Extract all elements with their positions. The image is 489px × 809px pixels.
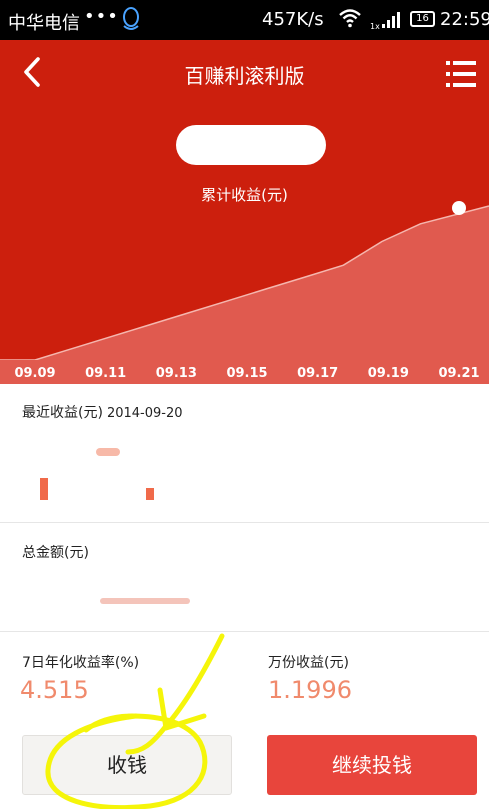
per10k-earnings-label: 万份收益(元): [268, 655, 349, 671]
status-bar: 中华电信 ••• 457K/s 1x 16 22:59: [0, 0, 489, 40]
recent-earnings-date: 2014-09-20: [106, 406, 183, 421]
chart-x-axis-svg: 09.09 09.11 09.13 09.15 09.17 09.19 09.21: [14, 366, 479, 381]
chart-x-tick-label: 09.19: [368, 366, 409, 381]
title-bar: 百赚利滚利版: [0, 40, 489, 106]
signal-icon: 1x: [370, 10, 404, 35]
withdraw-button[interactable]: 收钱: [22, 735, 232, 795]
chart-x-tick-label: 09.15: [226, 366, 267, 381]
chart-x-tick-label: 09.11: [85, 366, 126, 381]
redacted-recent-value: [40, 478, 48, 500]
invest-more-button[interactable]: 继续投钱: [267, 735, 477, 795]
total-amount-label: 总金额(元): [22, 545, 89, 561]
annual-yield-label: 7日年化收益率(%): [22, 655, 140, 671]
redacted-total-earnings: [176, 125, 326, 165]
redacted-recent-value: [146, 488, 154, 500]
page-title: 百赚利滚利版: [184, 64, 305, 88]
redacted-total-value: [100, 598, 190, 604]
recent-earnings-title: 最近收益(元): [22, 405, 103, 421]
redacted-recent-value: [96, 448, 120, 456]
annual-yield-value: 4.515: [20, 676, 89, 704]
chart-x-tick-label: 09.21: [438, 366, 479, 381]
recent-earnings-label: 最近收益(元) 2014-09-20: [22, 402, 183, 422]
total-amount-section: [0, 523, 489, 632]
notification-dots: •••: [84, 6, 119, 27]
chart-x-tick-label: 09.13: [156, 366, 197, 381]
chart-x-tick-label: 09.17: [297, 366, 338, 381]
chart-x-axis: 09.09 09.11 09.13 09.15 09.17 09.19 09.21: [0, 360, 489, 384]
chart-area-fill: [0, 206, 489, 382]
list-menu-icon[interactable]: [446, 60, 476, 88]
wifi-icon: [338, 7, 362, 34]
svg-text:1x: 1x: [370, 22, 380, 30]
network-speed: 457K/s: [262, 9, 324, 30]
qq-penguin-icon: [120, 6, 142, 37]
per10k-earnings-value: 1.1996: [268, 676, 352, 704]
chart-x-tick-label: 09.09: [14, 366, 55, 381]
clock: 22:59: [440, 9, 489, 30]
battery-icon: 16: [410, 11, 435, 27]
chart-y-label: 累计收益(元): [201, 186, 288, 204]
carrier-name: 中华电信: [8, 13, 80, 34]
